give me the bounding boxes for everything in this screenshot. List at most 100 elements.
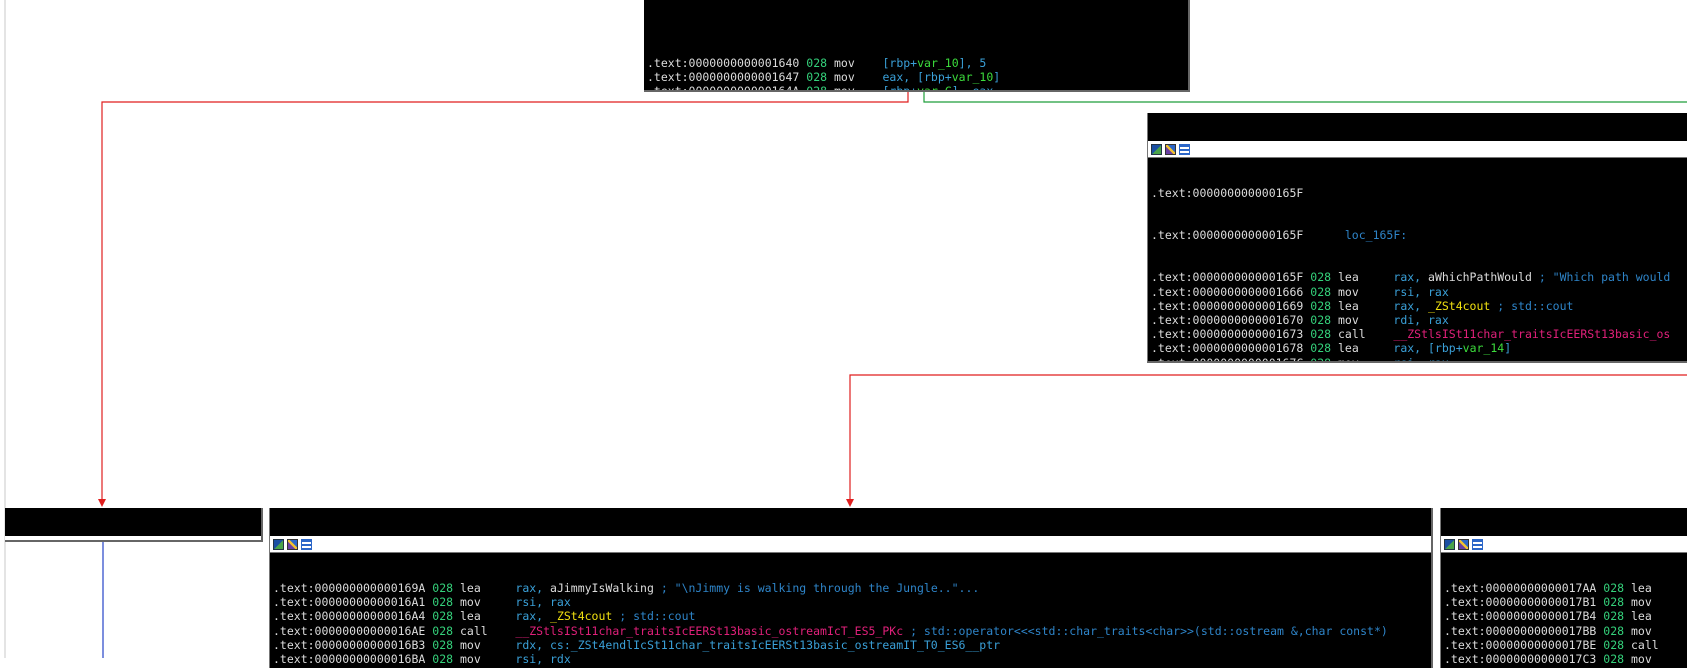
- mnemonic: lea: [459, 609, 481, 624]
- asm-line[interactable]: .text:00000000000016BA 028 mov rsi, rdx: [270, 652, 1431, 666]
- code-block-top[interactable]: .text:0000000000001640 028 mov [rbp+var_…: [644, 0, 1190, 92]
- asm-line[interactable]: .text:00000000000017B1 028 mov: [1441, 595, 1687, 609]
- stack-depth: 028: [1603, 581, 1625, 595]
- address: .text:00000000000016B3: [273, 637, 426, 652]
- stack-depth: 028: [432, 623, 454, 638]
- code-block-header: [270, 536, 1431, 553]
- address: .text:0000000000001666: [1151, 284, 1304, 299]
- mnemonic: call: [1630, 637, 1659, 652]
- graph-overview-icon[interactable]: [1151, 143, 1162, 155]
- code-block-left[interactable]: 0000000000001655 028 call sub_158B000000…: [5, 508, 263, 542]
- operand: rsi, rax: [1393, 284, 1449, 299]
- asm-line[interactable]: .text:0000000000001678 028 lea rax, [rbp…: [1148, 341, 1687, 355]
- stack-depth: 028: [432, 581, 454, 595]
- graph-overview-icon[interactable]: [1444, 538, 1455, 550]
- address: .text:0000000000001678: [1151, 341, 1304, 356]
- mnemonic: mov: [459, 637, 481, 652]
- mnemonic: mov: [1337, 284, 1359, 299]
- function-ref[interactable]: __ZStlsISt11char_traitsIcEERSt13basic_os…: [515, 624, 903, 638]
- address: .text:00000000000016A1: [273, 595, 426, 610]
- function-ref[interactable]: __ZStlsISt11char_traitsIcEERSt13basic_os: [1393, 327, 1670, 341]
- text-view-icon[interactable]: [301, 538, 312, 550]
- asm-line[interactable]: .text:00000000000017BE 028 call: [1441, 638, 1687, 652]
- code-block-header: [1148, 141, 1687, 158]
- variable-ref[interactable]: var_10: [952, 70, 994, 84]
- stack-depth: 028: [1310, 327, 1332, 342]
- asm-line[interactable]: .text:0000000000001666 028 mov rsi, rax: [1148, 285, 1687, 299]
- asm-line[interactable]: .text:0000000000001647 028 mov eax, [rbp…: [644, 70, 1188, 84]
- operand: rax, [rbp+: [1393, 341, 1463, 356]
- asm-line[interactable]: .text:000000000000164A 028 mov [rbp+var_…: [644, 84, 1188, 92]
- symbol-ref[interactable]: _ZSt4cout: [550, 609, 612, 623]
- text-view-icon[interactable]: [1179, 143, 1190, 155]
- mnemonic: mov: [1337, 312, 1359, 327]
- operand: [rbp+: [882, 84, 918, 92]
- code-block-jimmy[interactable]: .text:000000000000169A 028 lea rax, aJim…: [269, 508, 1433, 668]
- operand-tail: ]: [993, 70, 1001, 85]
- operand: rdx, cs:_ZSt4endlIcSt11char_traitsIcEERS…: [515, 637, 1001, 652]
- graph-overview-icon[interactable]: [273, 538, 284, 550]
- address: .text:000000000000165F: [1151, 228, 1304, 243]
- stack-depth: 028: [432, 609, 454, 624]
- mnemonic: mov: [459, 651, 481, 666]
- asm-line[interactable]: .text:0000000000001640 028 mov [rbp+var_…: [644, 56, 1188, 70]
- edit-color-icon[interactable]: [1165, 143, 1176, 155]
- asm-line[interactable]: .text:0000000000001673 028 call __ZStlsI…: [1148, 327, 1687, 341]
- stack-depth: 028: [1310, 355, 1332, 363]
- mnemonic: mov: [833, 56, 855, 70]
- address: .text:00000000000017BE: [1444, 637, 1597, 652]
- address: .text:000000000000165F: [1151, 186, 1304, 200]
- address: .text:00000000000017BB: [1444, 623, 1597, 638]
- stack-depth: 028: [806, 56, 828, 70]
- code-block-loc-165f[interactable]: .text:000000000000165F .text:00000000000…: [1147, 113, 1687, 363]
- stack-depth: 028: [806, 84, 828, 92]
- stack-depth: 028: [1603, 595, 1625, 610]
- mnemonic: lea: [1337, 341, 1359, 356]
- code-block-far-right[interactable]: .text:00000000000017AA 028 lea .text:0000…: [1440, 508, 1687, 668]
- asm-line[interactable]: .text:00000000000017B4 028 lea: [1441, 609, 1687, 623]
- asm-line[interactable]: .text:00000000000016AE 028 call __ZStlsI…: [270, 624, 1431, 638]
- stack-depth: 028: [1603, 637, 1625, 652]
- comment: ; "Which path would: [1538, 270, 1671, 285]
- edit-color-icon[interactable]: [1458, 538, 1469, 550]
- asm-line[interactable]: .text:00000000000017C3 028 mov: [1441, 652, 1687, 666]
- mnemonic: mov: [1630, 623, 1652, 638]
- comment: ; std::cout: [1497, 298, 1574, 313]
- operand: rax,: [1393, 270, 1429, 285]
- operand: eax, [rbp+: [882, 70, 952, 85]
- variable-ref[interactable]: var_10: [917, 56, 959, 70]
- address: .text:0000000000001673: [1151, 327, 1304, 342]
- variable-ref[interactable]: var_C: [917, 84, 952, 90]
- asm-line[interactable]: .text:00000000000016A1 028 mov rsi, rax: [270, 595, 1431, 609]
- address: .text:00000000000017C3: [1444, 651, 1597, 666]
- asm-line[interactable]: .text:00000000000016A4 028 lea rax, _ZSt…: [270, 609, 1431, 623]
- stack-depth: 028: [1310, 312, 1332, 327]
- asm-line[interactable]: .text:000000000000165F 028 lea rax, aWhi…: [1148, 270, 1687, 284]
- comment: ; std::cout: [619, 609, 696, 624]
- mnemonic: lea: [1337, 270, 1359, 285]
- text-view-icon[interactable]: [1472, 538, 1483, 550]
- location-label[interactable]: loc_165F:: [1345, 228, 1407, 242]
- asm-line[interactable]: .text:00000000000016B3 028 mov rdx, cs:_…: [270, 638, 1431, 652]
- asm-line[interactable]: .text:00000000000017AA 028 lea: [1441, 581, 1687, 595]
- mnemonic: lea: [459, 581, 481, 595]
- stack-depth: 028: [806, 70, 828, 85]
- edit-color-icon[interactable]: [287, 538, 298, 550]
- asm-line[interactable]: .text:000000000000169A 028 lea rax, aJim…: [270, 581, 1431, 595]
- asm-line[interactable]: .text:000000000000167C 028 mov rsi, rax: [1148, 355, 1687, 363]
- asm-line[interactable]: .text:00000000000017BB 028 mov: [1441, 624, 1687, 638]
- symbol-ref[interactable]: _ZSt4cout: [1428, 299, 1490, 313]
- stack-depth: 028: [1310, 270, 1332, 285]
- string-ref[interactable]: aJimmyIsWalking: [550, 581, 654, 595]
- asm-line[interactable]: .text:0000000000001669 028 lea rax, _ZSt…: [1148, 299, 1687, 313]
- address: .text:00000000000016A4: [273, 609, 426, 624]
- operand-tail: ]: [1504, 341, 1512, 356]
- stack-depth: 028: [1310, 341, 1332, 356]
- asm-line[interactable]: .text:0000000000001670 028 mov rdi, rax: [1148, 313, 1687, 327]
- address: .text:000000000000167C: [1151, 355, 1304, 363]
- string-ref[interactable]: aWhichPathWould: [1428, 270, 1532, 284]
- mnemonic: call: [1337, 327, 1366, 342]
- stack-depth: 028: [1310, 298, 1332, 313]
- variable-ref[interactable]: var_14: [1463, 341, 1505, 355]
- mnemonic: call: [459, 623, 488, 638]
